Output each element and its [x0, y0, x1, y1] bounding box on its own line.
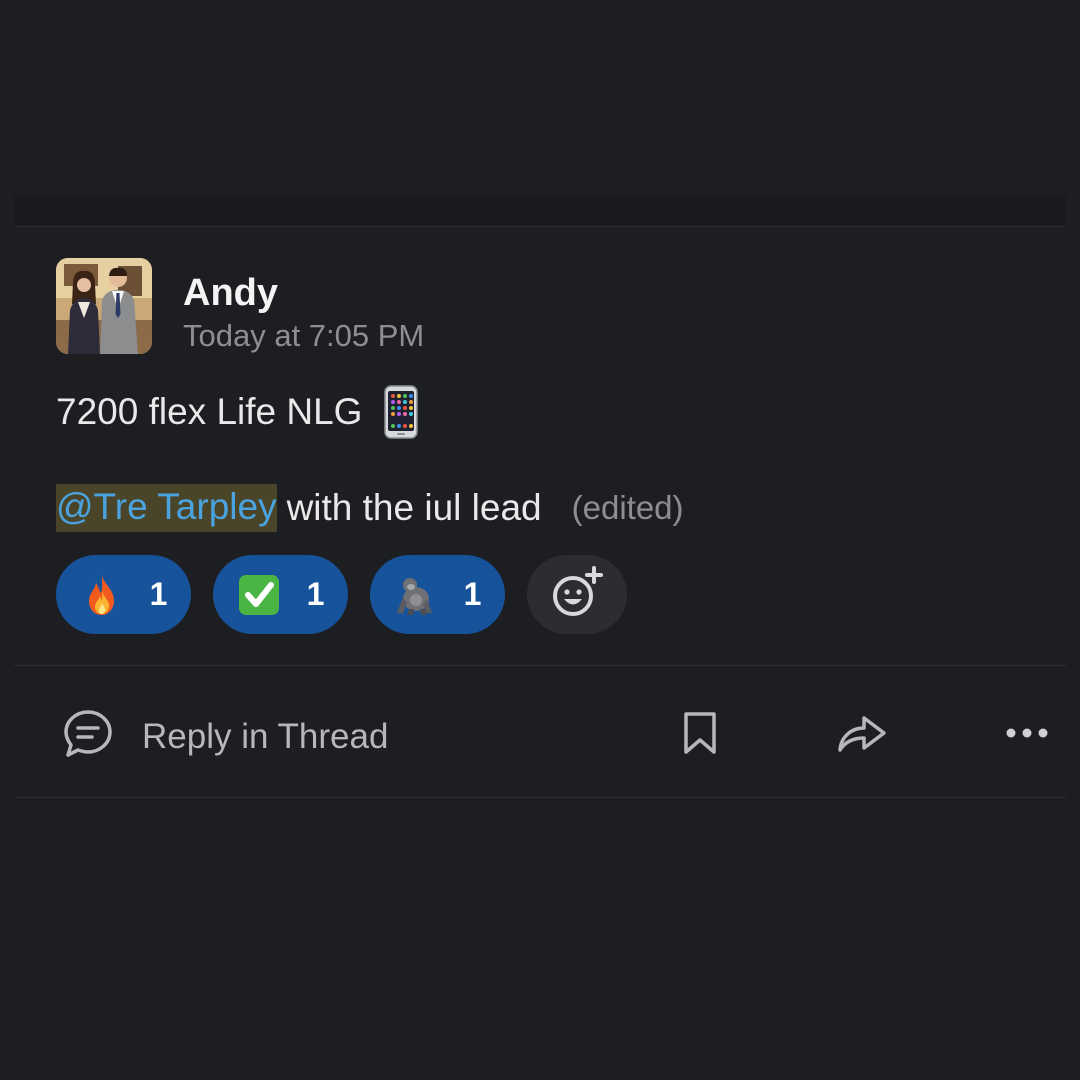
reactions-row: 1 1 1: [56, 555, 627, 634]
timestamp[interactable]: Today at 7:05 PM: [183, 318, 424, 354]
reaction-fire[interactable]: 1: [56, 555, 191, 634]
reaction-gorilla[interactable]: 1: [370, 555, 505, 634]
fire-icon: [80, 573, 124, 617]
reaction-check[interactable]: 1: [213, 555, 348, 634]
message-action-bar: Reply in Thread: [0, 700, 1080, 766]
add-reaction-button[interactable]: [527, 555, 627, 634]
share-icon: [836, 716, 890, 760]
bookmark-icon: [680, 712, 720, 760]
reaction-count: 1: [306, 576, 325, 612]
mobile-phone-icon: [384, 385, 419, 439]
author-name[interactable]: Andy: [183, 272, 278, 315]
message-header: Andy Today at 7:05 PM: [56, 258, 756, 354]
add-reaction-icon: [549, 564, 605, 625]
gorilla-icon: [394, 573, 438, 617]
check-mark-icon: [237, 573, 281, 617]
reaction-count: 1: [149, 576, 168, 612]
message-view: Andy Today at 7:05 PM 7200 flex Life NLG…: [0, 0, 1080, 1080]
reply-in-thread-label: Reply in Thread: [142, 716, 389, 756]
reactions-divider: [14, 665, 1066, 666]
edited-label: (edited): [571, 489, 684, 526]
bottom-divider: [14, 797, 1066, 798]
more-icon: [1000, 728, 1054, 752]
previous-message-edge: [14, 194, 1066, 227]
avatar[interactable]: [56, 258, 152, 354]
top-divider: [14, 226, 1066, 227]
message-line-1: 7200 flex Life NLG: [56, 385, 419, 439]
user-mention[interactable]: @Tre Tarpley: [56, 484, 277, 532]
message-line-2: @Tre Tarpley with the iul lead (edited): [56, 484, 684, 532]
thread-icon: [62, 708, 114, 765]
reaction-count: 1: [463, 576, 482, 612]
message-text-1: 7200 flex Life NLG: [56, 391, 363, 432]
reply-in-thread-button[interactable]: Reply in Thread: [62, 708, 388, 765]
more-actions-button[interactable]: [1000, 718, 1054, 753]
bookmark-button[interactable]: [680, 710, 720, 761]
share-button[interactable]: [836, 710, 890, 761]
message-text-2: with the iul lead: [286, 487, 542, 528]
